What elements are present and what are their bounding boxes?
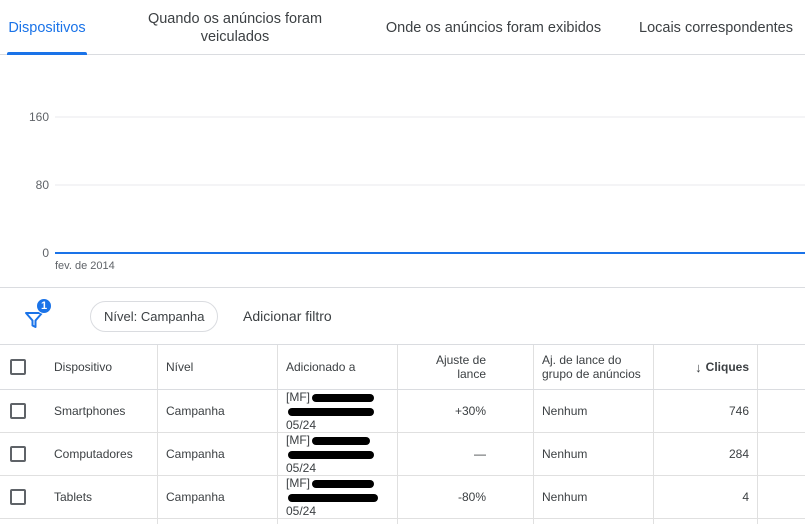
ad-group-bid-value: Nenhum [542, 447, 588, 461]
chip-label: Nível: Campanha [104, 309, 205, 324]
table-row: Smartphones Campanha [MF] 05/24 +30% Nen… [0, 390, 805, 433]
row-checkbox[interactable] [10, 446, 26, 462]
tab-matched-locations[interactable]: Locais correspondentes [630, 0, 802, 55]
sort-descending-icon: ↓ [695, 359, 702, 375]
bid-adjust-value[interactable]: +30% [405, 390, 486, 432]
redaction-mark [288, 408, 374, 416]
add-filter-button[interactable]: Adicionar filtro [243, 308, 332, 324]
row-checkbox[interactable] [10, 489, 26, 505]
y-tick-label: 160 [29, 110, 49, 124]
added-line-3: 05/24 [286, 504, 317, 518]
clicks-value: 284 [728, 447, 749, 461]
ad-group-bid-value: Nenhum [542, 490, 588, 504]
device-name: Computadores [54, 447, 133, 461]
select-all-checkbox[interactable] [10, 359, 26, 375]
chart: 160 80 0 fev. de 2014 [0, 55, 805, 287]
added-to-value: [MF] 05/24 [286, 476, 378, 518]
clicks-value: 746 [728, 404, 749, 418]
added-to-cell: [MF] 05/24 [286, 390, 391, 432]
tab-when-ads-ran[interactable]: Quando os anúncios foram veiculados [130, 0, 340, 55]
table-row: Computadores Campanha [MF] 05/24 — Nenhu… [0, 433, 805, 476]
filter-count-badge: 1 [36, 298, 52, 314]
filter-icon[interactable]: 1 [22, 298, 52, 330]
level-filter-chip[interactable]: Nível: Campanha [90, 301, 219, 332]
level-value: Campanha [166, 490, 225, 504]
added-to-cell: [MF] 05/24 [286, 476, 391, 518]
table-row: Tablets Campanha [MF] 05/24 -80% Nenhum … [0, 476, 805, 519]
redaction-mark [312, 480, 374, 488]
added-line-3: 05/24 [286, 418, 317, 432]
table-header: Dispositivo Nível Adicionado a Ajuste de… [0, 344, 805, 390]
tab-where-ads-showed[interactable]: Onde os anúncios foram exibidos [376, 0, 611, 55]
redaction-mark [312, 394, 374, 402]
y-tick-label: 80 [36, 178, 50, 192]
ad-group-bid-value: Nenhum [542, 404, 588, 418]
added-line-3: 05/24 [286, 461, 317, 475]
row-select-cell [10, 476, 30, 518]
header-level[interactable]: Nível [166, 345, 271, 389]
header-ad-group-bid-adjust[interactable]: Aj. de lance do grupo de anúncios [542, 345, 650, 389]
redaction-mark [288, 451, 374, 459]
added-to-value: [MF] 05/24 [286, 390, 374, 432]
tab-devices[interactable]: Dispositivos [0, 0, 94, 55]
device-name: Tablets [54, 490, 93, 504]
header-device[interactable]: Dispositivo [54, 345, 154, 389]
header-clicks-label: Cliques [705, 360, 749, 374]
row-select-cell [10, 433, 30, 475]
level-value: Campanha [166, 447, 225, 461]
redaction-mark [312, 437, 370, 445]
header-added-to[interactable]: Adicionado a [286, 345, 391, 389]
tab-label: Locais correspondentes [639, 19, 793, 36]
added-to-cell: [MF] 05/24 [286, 433, 391, 475]
header-clicks[interactable]: ↓ Cliques [660, 345, 749, 389]
header-bid-adjust[interactable]: Ajuste de lance [405, 345, 486, 389]
select-all-cell [10, 345, 30, 389]
bid-adjust-value[interactable]: -80% [405, 476, 486, 518]
row-select-cell [10, 390, 30, 432]
clicks-value: 4 [742, 490, 749, 504]
x-tick-label: fev. de 2014 [55, 260, 115, 272]
tab-bar: Dispositivos Quando os anúncios foram ve… [0, 0, 805, 55]
bid-adjust-value[interactable]: — [405, 433, 486, 475]
chart-svg: 160 80 0 fev. de 2014 [29, 110, 805, 272]
tab-label: Dispositivos [8, 19, 86, 36]
devices-table: Dispositivo Nível Adicionado a Ajuste de… [0, 344, 805, 524]
row-checkbox[interactable] [10, 403, 26, 419]
added-to-value: [MF] 05/24 [286, 433, 374, 475]
tab-label: Quando os anúncios foram veiculados [147, 10, 323, 45]
level-value: Campanha [166, 404, 225, 418]
redaction-mark [288, 494, 378, 502]
device-name: Smartphones [54, 404, 126, 418]
tab-label: Onde os anúncios foram exibidos [385, 19, 602, 36]
filter-bar: 1 Nível: Campanha Adicionar filtro [0, 287, 805, 344]
y-tick-label: 0 [42, 246, 49, 260]
